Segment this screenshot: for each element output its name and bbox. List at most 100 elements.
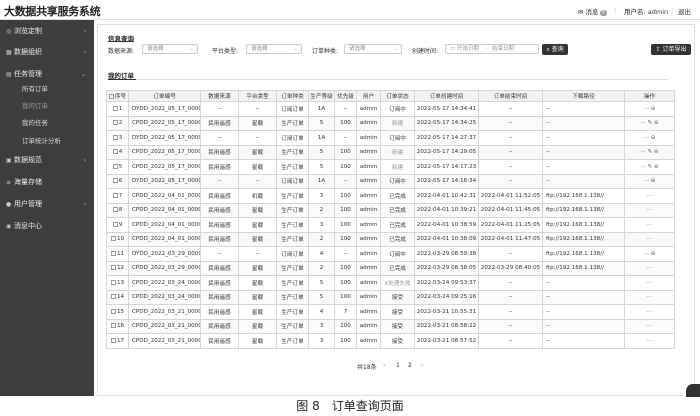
action-icons[interactable]: ··· xyxy=(647,193,652,199)
sidebar-item-my-orders[interactable]: 我的订单 xyxy=(0,99,94,114)
action-icons[interactable]: ··· xyxy=(647,207,652,213)
row-checkbox[interactable] xyxy=(110,265,116,271)
row-checkbox[interactable] xyxy=(112,134,118,140)
sidebar-item-data-org[interactable]: ▦ 数据组织 › xyxy=(0,45,94,60)
action-icons[interactable]: ··· ✎ ⊖ xyxy=(640,120,658,126)
row-actions[interactable]: ··· xyxy=(624,289,675,305)
row-actions[interactable]: ··· xyxy=(624,333,675,349)
table-cell: 2022-04-01 10:42:31 xyxy=(414,188,479,204)
sidebar-item-task-mgmt[interactable]: ▤ 任务管理 ⌄ xyxy=(0,67,94,82)
row-checkbox[interactable] xyxy=(112,221,118,227)
action-icons[interactable]: ··· ⊖ xyxy=(644,135,656,141)
action-icons[interactable]: ··· ⊖ xyxy=(644,251,656,257)
row-actions[interactable]: ··· ⊖ xyxy=(624,101,675,117)
row-actions[interactable]: ··· xyxy=(624,202,675,218)
table-row[interactable]: 6 DYDD_2022_05_17_000000 -- -- 订阅订单 1A -- admin… xyxy=(106,173,675,189)
row-actions[interactable]: ··· xyxy=(624,217,675,233)
prev-page-button[interactable]: ‹ xyxy=(383,362,385,369)
sidebar-item-storage[interactable]: ≡ 海量存储 xyxy=(0,175,94,190)
row-actions[interactable]: ··· ⊖ xyxy=(624,173,675,189)
table-row[interactable]: 1 DYDD_2022_05_17_000002 -- -- 订阅订单 1A -- admin… xyxy=(106,101,675,117)
row-checkbox[interactable] xyxy=(112,163,118,169)
row-actions[interactable]: ··· xyxy=(624,231,675,247)
row-checkbox[interactable] xyxy=(112,192,118,198)
sidebar-item-order-stats[interactable]: 订单统计分析 xyxy=(0,134,94,149)
table-row[interactable]: 14 CPDD_2022_03_24_000000 民用遥感 星载 生产订单 5 100 ad… xyxy=(106,289,675,305)
sidebar-item-data-spec[interactable]: ▣ 数据规范 › xyxy=(0,153,94,168)
table-row[interactable]: 8 CPDD_2022_04_01_000002 民用遥感 星载 生产订单 2 100 adm… xyxy=(106,202,675,218)
action-icons[interactable]: ··· ✎ ⊖ xyxy=(640,164,658,170)
cell-value: 生产订单 xyxy=(281,324,304,331)
table-row[interactable]: 11 DYDD_2022_03_29_000000 -- -- 订阅订单 4 -- admin… xyxy=(106,246,675,262)
action-icons[interactable]: ··· xyxy=(647,338,652,344)
help-corner-icon[interactable] xyxy=(686,384,700,398)
row-actions[interactable]: ··· ⊖ xyxy=(624,246,675,262)
table-cell: 接受 xyxy=(380,318,415,334)
table-cell: -- xyxy=(542,333,625,349)
row-checkbox[interactable] xyxy=(110,250,116,256)
table-row[interactable]: 10 CPDD_2022_04_01_000001 民用遥感 星载 生产订单 2 100 ad… xyxy=(106,231,675,247)
table-row[interactable]: 7 CPDD_2022_04_01_000003 民用遥感 机载 生产订单 3 100 adm… xyxy=(106,188,675,204)
row-checkbox[interactable] xyxy=(110,323,116,329)
action-icons[interactable]: ··· xyxy=(647,294,652,300)
row-actions[interactable]: ··· ✎ ⊖ xyxy=(624,159,675,175)
logout-link[interactable]: 退出 xyxy=(678,6,691,16)
table-row[interactable]: 9 CPDD_2022_04_01_000001 民用遥感 星载 生产订单 3 100 adm… xyxy=(106,217,675,233)
row-actions[interactable]: ··· ⊖ xyxy=(624,130,675,146)
row-actions[interactable]: ··· ✎ ⊖ xyxy=(624,115,675,131)
search-button[interactable]: ⌕ 查询 xyxy=(542,43,568,55)
row-actions[interactable]: ··· xyxy=(624,318,675,334)
row-checkbox[interactable] xyxy=(112,149,118,155)
action-icons[interactable]: ··· ✎ ⊖ xyxy=(640,149,658,155)
action-icons[interactable]: ··· xyxy=(647,236,652,242)
ordertype-select[interactable]: 请选择 ⌄ xyxy=(344,44,402,54)
table-row[interactable]: 15 CPDD_2022_03_21_000003 民用遥感 星载 生产订单 4 7 admi… xyxy=(106,304,675,320)
page-1-button[interactable]: 1 xyxy=(396,362,400,369)
table-row[interactable]: 17 CPDD_2022_03_21_000001 民用遥感 星载 生产订单 3 100 ad… xyxy=(106,333,675,349)
sidebar-item-browse[interactable]: ◎ 浏览定制 › xyxy=(0,24,94,39)
sidebar-item-user-mgmt[interactable]: ● 用户管理 › xyxy=(0,197,94,212)
row-actions[interactable]: ··· ✎ ⊖ xyxy=(624,144,675,160)
row-actions[interactable]: ··· xyxy=(624,188,675,204)
action-icons[interactable]: ··· ⊖ xyxy=(644,106,656,112)
row-actions[interactable]: ··· xyxy=(624,260,675,276)
page-2-button[interactable]: 2 xyxy=(408,362,412,369)
table-cell: 9 xyxy=(106,217,129,233)
table-cell: 6 xyxy=(106,173,129,189)
platform-select[interactable]: 请选择 ⌄ xyxy=(246,44,302,54)
table-row[interactable]: 13 CPDD_2022_03_24_000001 民用遥感 星载 生产订单 5 100 ad… xyxy=(106,275,675,291)
row-checkbox[interactable] xyxy=(110,294,116,300)
table-row[interactable]: 3 DYDD_2022_05_17_000001 -- -- 订阅订单 1A -- admin… xyxy=(106,130,675,146)
row-checkbox[interactable] xyxy=(112,207,118,213)
sidebar-item-messages[interactable]: ◉ 消息中心 xyxy=(0,219,94,234)
table-row[interactable]: 16 CPDD_2022_03_21_000002 民用遥感 星载 生产订单 3 100 ad… xyxy=(106,318,675,334)
table-row[interactable]: 12 CPDD_2022_03_29_000000 民用遥感 星载 生产订单 2 100 ad… xyxy=(106,260,675,276)
message-button[interactable]: ✉ 消息 0 xyxy=(578,6,607,16)
select-all-checkbox[interactable] xyxy=(108,94,114,99)
table-row[interactable]: 2 CPDD_2022_05_17_000002 民用遥感 星载 生产订单 5 100 adm… xyxy=(106,115,675,131)
row-actions[interactable]: ··· xyxy=(624,275,675,291)
action-icons[interactable]: ··· xyxy=(647,309,652,315)
row-actions[interactable]: ··· xyxy=(624,304,675,320)
action-icons[interactable]: ··· xyxy=(647,280,652,286)
row-checkbox[interactable] xyxy=(110,236,116,242)
table-row[interactable]: 5 CPDD_2022_05_17_000000 民用遥感 星载 生产订单 5 100 adm… xyxy=(106,159,675,175)
next-page-button[interactable]: › xyxy=(421,362,423,369)
source-select[interactable]: 请选择 ⌄ xyxy=(142,44,198,54)
row-checkbox[interactable] xyxy=(110,337,116,343)
sidebar-item-all-orders[interactable]: 所有订单 xyxy=(0,82,94,97)
action-icons[interactable]: ··· xyxy=(647,222,652,228)
action-icons[interactable]: ··· xyxy=(647,323,652,329)
row-checkbox[interactable] xyxy=(112,178,118,184)
row-checkbox[interactable] xyxy=(110,308,116,314)
action-icons[interactable]: ··· ⊖ xyxy=(644,178,656,184)
table-row[interactable]: 4 CPDD_2022_05_17_000001 民用遥感 星载 生产订单 5 100 adm… xyxy=(106,144,675,160)
row-checkbox[interactable] xyxy=(112,105,118,111)
row-checkbox[interactable] xyxy=(110,279,116,285)
cell-value: 星载 xyxy=(251,208,264,215)
sidebar-item-my-tasks[interactable]: 我的任务 xyxy=(0,116,94,131)
action-icons[interactable]: ··· xyxy=(647,265,652,271)
date-range-picker[interactable]: ▭ 开始日期 - 结束日期 xyxy=(445,44,539,54)
export-orders-button[interactable]: ⇪ 订单导出 xyxy=(651,43,691,55)
row-checkbox[interactable] xyxy=(112,120,118,126)
